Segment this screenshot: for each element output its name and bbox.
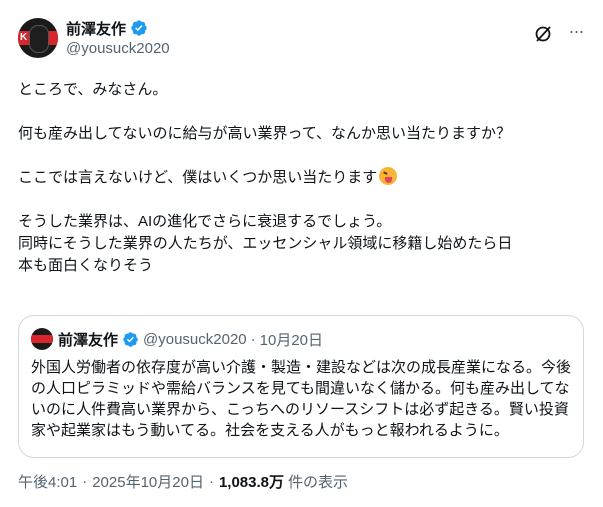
author-block: 前澤友作 @yousuck2020 bbox=[66, 17, 170, 57]
post-time[interactable]: 午後4:01 bbox=[18, 471, 77, 492]
more-options-icon[interactable]: ··· bbox=[565, 22, 587, 44]
tweet-line: そうした業界は、AIの進化でさらに衰退するでしょう。 bbox=[18, 213, 392, 230]
post-date[interactable]: 2025年10月20日 bbox=[92, 471, 204, 492]
quoted-tweet-card[interactable]: 前澤友作 @yousuck2020 · 10月20日 外国人労働者の依存度が高い… bbox=[18, 315, 584, 458]
separator-dot: · bbox=[250, 330, 256, 348]
tweet-metadata: 午後4:01 · 2025年10月20日 · 1,083.8万 件の表示 bbox=[18, 471, 348, 492]
separator-dot: · bbox=[208, 473, 214, 490]
tweet-text: ところで、みなさん。 何も産み出してないのに給与が高い業界って、なんか思い当たり… bbox=[18, 79, 588, 277]
quoted-line: 外国人労働者の依存度が高い介護・製造・建設などは次の成長産業になる。今後 bbox=[31, 359, 572, 376]
tweet-line: 何も産み出してないのに給与が高い業界って、なんか思い当たりますか？ bbox=[18, 125, 512, 142]
quoted-tweet-header: 前澤友作 @yousuck2020 · 10月20日 bbox=[31, 328, 323, 350]
avatar[interactable]: K bbox=[18, 18, 58, 58]
quoted-date: 10月20日 bbox=[259, 331, 324, 349]
author-handle[interactable]: @yousuck2020 bbox=[66, 40, 170, 57]
author-display-name[interactable]: 前澤友作 bbox=[66, 18, 126, 39]
tweet-line: ここでは言えないけど、僕はいくつか思い当たります bbox=[18, 167, 588, 189]
tweet-line: 本も面白くなりそう bbox=[18, 257, 154, 274]
quoted-avatar bbox=[31, 328, 53, 350]
quoted-tweet-text: 外国人労働者の依存度が高い介護・製造・建設などは次の成長産業になる。今後 の人口… bbox=[31, 357, 571, 441]
grok-icon[interactable] bbox=[533, 24, 553, 44]
tweet-header: K 前澤友作 @yousuck2020 ··· bbox=[18, 14, 591, 64]
tweet-line: ところで、みなさん。 bbox=[18, 81, 168, 98]
verified-badge-icon bbox=[123, 331, 138, 347]
separator-dot: · bbox=[82, 473, 88, 490]
quoted-line: 家や起業家はもう動いてる。社会を支える人がもっと報われるように。 bbox=[31, 422, 509, 439]
quoted-display-name: 前澤友作 bbox=[58, 331, 119, 349]
view-count-label: 件の表示 bbox=[288, 474, 349, 491]
tongue-face-emoji-icon bbox=[379, 167, 398, 185]
quoted-handle: @yousuck2020 bbox=[143, 330, 247, 348]
tweet-line-text: ここでは言えないけど、僕はいくつか思い当たります bbox=[18, 169, 378, 186]
verified-badge-icon bbox=[131, 20, 147, 36]
tweet-line: 同時にそうした業界の人たちが、エッセンシャル領域に移籍し始めたら日 bbox=[18, 235, 513, 252]
quoted-line: の人口ピラミッドや需給バランスを見ても間違いなく儲かる。何も産み出してな bbox=[31, 380, 570, 397]
quoted-line: いのに人件費高い業界から、こっちへのリソースシフトは必ず起きる。賢い投資 bbox=[31, 401, 569, 418]
view-count: 1,083.8万 bbox=[218, 474, 284, 491]
